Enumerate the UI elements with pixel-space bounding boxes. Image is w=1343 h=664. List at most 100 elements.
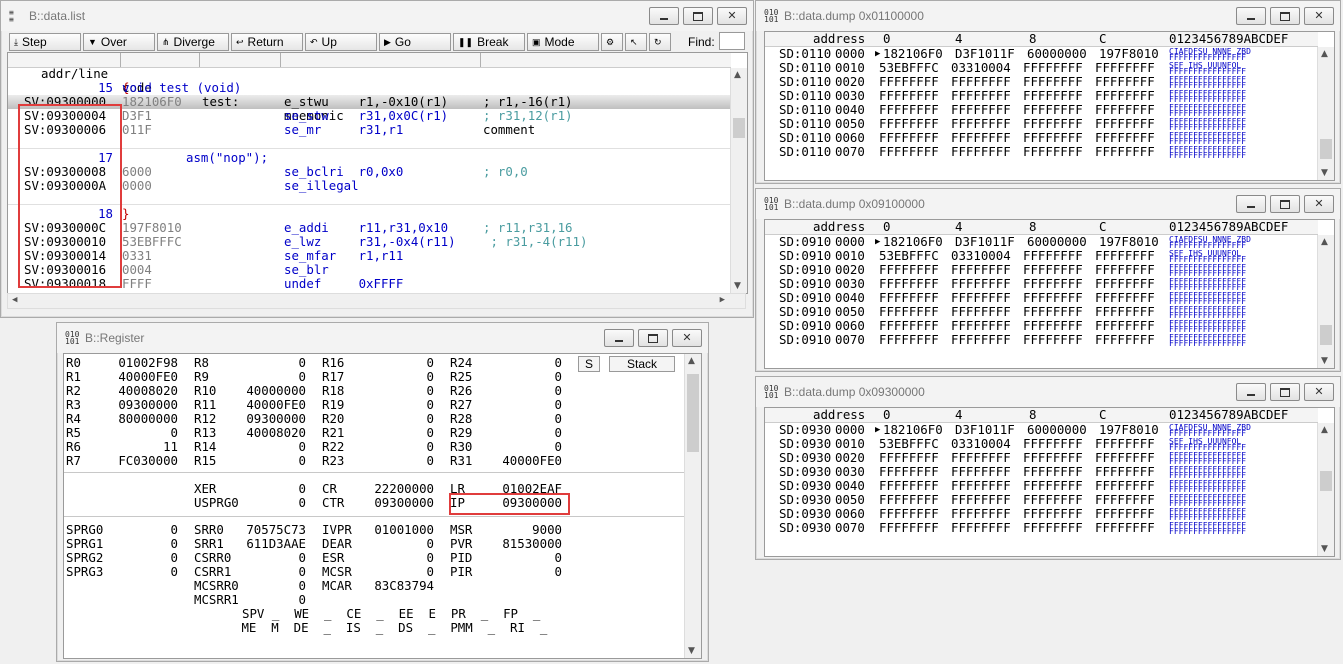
dump-word[interactable]: FFFFFFFF (879, 291, 939, 305)
list-scrollbar[interactable]: ▲ ▼ (730, 68, 747, 293)
dump-word[interactable]: FFFFFFFF (1023, 507, 1083, 521)
dump-word[interactable]: FFFFFFFF (1023, 145, 1083, 159)
dump-titlebar[interactable]: 010 101 B::data.dump 0x09100000 ✕ (756, 189, 1340, 219)
dump-word[interactable]: FFFFFFFF (1023, 103, 1083, 117)
close-button[interactable]: ✕ (717, 7, 747, 25)
register-value[interactable]: 0 (98, 523, 178, 537)
dump-row[interactable]: SD:0910 0010 53EBFFFC 03310004 FFFFFFFF FFFFF… (765, 249, 1318, 264)
toolbar-go-button[interactable]: ▶ Go (379, 33, 451, 51)
dump-word[interactable]: FFFFFFFF (1023, 249, 1083, 263)
register-value[interactable]: 09300000 (98, 398, 178, 412)
dump-word[interactable]: FFFFFFFF (1023, 319, 1083, 333)
dump-word[interactable]: FFFFFFFF (1023, 479, 1083, 493)
dump-word[interactable]: FFFFFFFF (951, 493, 1011, 507)
dump-word[interactable]: FFFFFFFF (951, 479, 1011, 493)
dump-header-address[interactable]: address (813, 220, 865, 234)
dump-word[interactable]: 182106F0 (883, 423, 943, 437)
dump-word[interactable]: 60000000 (1027, 423, 1087, 437)
dump-row[interactable]: SD:0110 0050 FFFFFFFF FFFFFFFF FFFFFFFF FFFFF… (765, 117, 1318, 132)
dump-word[interactable]: FFFFFFFF (879, 117, 939, 131)
register-value[interactable]: 0 (482, 356, 562, 370)
register-value[interactable]: 0 (354, 537, 434, 551)
dump-word[interactable]: FFFFFFFF (951, 89, 1011, 103)
register-value[interactable]: 40000FE0 (482, 454, 562, 468)
register-value[interactable]: 40000FE0 (98, 370, 178, 384)
dump-word[interactable]: 53EBFFFC (879, 61, 939, 75)
dump-row[interactable]: SD:0110 0010 53EBFFFC 03310004 FFFFFFFF FFFFF… (765, 61, 1318, 76)
dump-word[interactable]: FFFFFFFF (1095, 479, 1155, 493)
register-value[interactable]: 0 (354, 426, 434, 440)
dump-word[interactable]: FFFFFFFF (1023, 493, 1083, 507)
maximize-button[interactable] (1270, 195, 1300, 213)
dump-header-4[interactable]: 4 (955, 220, 962, 234)
dump-word[interactable]: FFFFFFFF (1095, 131, 1155, 145)
minimize-button[interactable] (1236, 383, 1266, 401)
header-addr-line[interactable]: addr/line (41, 67, 108, 81)
dump-word[interactable]: FFFFFFFF (1095, 437, 1155, 451)
dump-word[interactable]: FFFFFFFF (951, 333, 1011, 347)
close-button[interactable]: ✕ (672, 329, 702, 347)
register-value[interactable]: 0 (482, 426, 562, 440)
dump-header-address[interactable]: address (813, 408, 865, 422)
dump-header-ascii[interactable]: 0123456789ABCDEF (1169, 32, 1288, 46)
dump-word[interactable]: 182106F0 (883, 47, 943, 61)
dump-row[interactable]: SD:0910 0050 FFFFFFFF FFFFFFFF FFFFFFFF FFFFF… (765, 305, 1318, 320)
dump-word[interactable]: D3F1011F (955, 423, 1015, 437)
register-value[interactable]: 9000 (482, 523, 562, 537)
dump-word[interactable]: FFFFFFFF (879, 103, 939, 117)
dump-header-ascii[interactable]: 0123456789ABCDEF (1169, 220, 1288, 234)
register-value[interactable]: 0 (98, 537, 178, 551)
register-value[interactable]: 0 (354, 398, 434, 412)
register-scrollbar[interactable]: ▲ ▼ (684, 354, 701, 658)
list-hscroll[interactable]: ◀ ▶ (7, 293, 746, 309)
dump-word[interactable]: 03310004 (951, 61, 1011, 75)
minimize-button[interactable] (649, 7, 679, 25)
dump-word[interactable]: FFFFFFFF (1023, 61, 1083, 75)
dump-word[interactable]: FFFFFFFF (951, 451, 1011, 465)
dump-word[interactable]: 03310004 (951, 249, 1011, 263)
dump-word[interactable]: FFFFFFFF (879, 277, 939, 291)
register-value[interactable]: 09300000 (226, 412, 306, 426)
register-value[interactable]: 0 (482, 412, 562, 426)
register-value[interactable]: 0 (226, 579, 306, 593)
maximize-button[interactable] (1270, 383, 1300, 401)
minimize-button[interactable] (604, 329, 634, 347)
dump-header-8[interactable]: 8 (1029, 408, 1036, 422)
dump-word[interactable]: FFFFFFFF (1023, 451, 1083, 465)
dump-row[interactable]: SD:0110 0040 FFFFFFFF FFFFFFFF FFFFFFFF FFFFF… (765, 103, 1318, 118)
register-value[interactable]: 0 (354, 551, 434, 565)
dump-word[interactable]: FFFFFFFF (1095, 465, 1155, 479)
register-value[interactable]: 0 (482, 565, 562, 579)
dump-word[interactable]: FFFFFFFF (1023, 437, 1083, 451)
minimize-button[interactable] (1236, 195, 1266, 213)
dump-row[interactable]: SD:0110 0000 ▶ 182106F0 D3F1011F 60000000 197F… (765, 47, 1318, 62)
dump-row[interactable]: SD:0110 0070 FFFFFFFF FFFFFFFF FFFFFFFF FFFFF… (765, 145, 1318, 160)
dump-word[interactable]: FFFFFFFF (1023, 277, 1083, 291)
stepout-button[interactable]: ↖ (625, 33, 647, 51)
register-value[interactable]: 0 (354, 370, 434, 384)
dump-word[interactable]: D3F1011F (955, 235, 1015, 249)
dump-word[interactable]: FFFFFFFF (1095, 319, 1155, 333)
dump-word[interactable]: FFFFFFFF (879, 145, 939, 159)
dump-titlebar[interactable]: 010 101 B::data.dump 0x01100000 ✕ (756, 1, 1340, 31)
dump-header-0[interactable]: 0 (883, 220, 890, 234)
register-value[interactable]: 0 (482, 440, 562, 454)
register-value[interactable]: 0 (226, 454, 306, 468)
dump-scrollbar[interactable]: ▲ ▼ (1317, 47, 1334, 180)
register-value[interactable]: 0 (98, 426, 178, 440)
register-value[interactable]: 40000FE0 (226, 398, 306, 412)
dump-word[interactable]: FFFFFFFF (951, 319, 1011, 333)
toolbar-break-button[interactable]: ❚❚ Break (453, 33, 525, 51)
register-value[interactable]: 81530000 (482, 537, 562, 551)
dump-word[interactable]: FFFFFFFF (1095, 277, 1155, 291)
dump-word[interactable]: FFFFFFFF (1095, 117, 1155, 131)
register-value[interactable]: 0 (226, 593, 306, 607)
dump-word[interactable]: FFFFFFFF (879, 305, 939, 319)
s-button[interactable]: S (578, 356, 600, 372)
close-button[interactable]: ✕ (1304, 7, 1334, 25)
dump-header-c[interactable]: C (1099, 32, 1106, 46)
dump-word[interactable]: FFFFFFFF (951, 507, 1011, 521)
register-value[interactable]: FC030000 (98, 454, 178, 468)
register-value[interactable]: 0 (482, 398, 562, 412)
dump-row[interactable]: SD:0930 0010 53EBFFFC 03310004 FFFFFFFF FFFFF… (765, 437, 1318, 452)
